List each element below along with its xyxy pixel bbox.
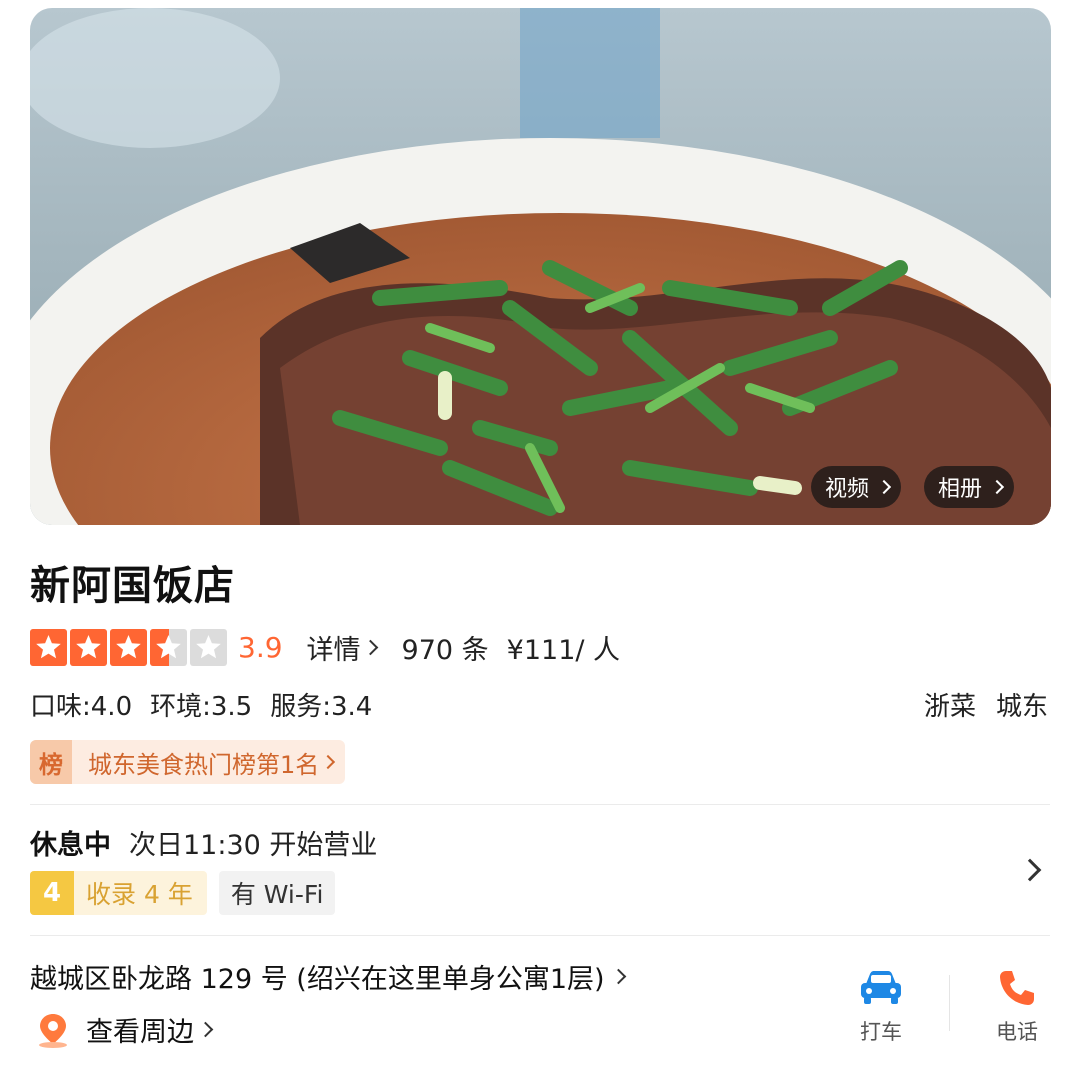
star-icon — [150, 628, 187, 666]
album-label: 相册 — [938, 477, 983, 502]
chevron-right-icon — [321, 754, 336, 770]
years-number: 4 — [30, 871, 74, 915]
rating-row: 3.9 详情 970 条 ¥111/ 人 — [30, 627, 620, 667]
dish-photo[interactable] — [30, 8, 1051, 525]
phone-icon — [1000, 971, 1034, 1005]
star-icon — [110, 628, 147, 666]
address-text: 越城区卧龙路 129 号 (绍兴在这里单身公寓1层) — [30, 964, 605, 995]
feature-badges: 4 收录 4 年 有 Wi-Fi — [30, 871, 336, 915]
divider — [30, 935, 1050, 936]
chevron-right-icon — [610, 968, 626, 985]
chevron-right-icon — [876, 479, 892, 495]
call-button[interactable]: 电话 — [977, 968, 1057, 1046]
album-button[interactable]: 相册 — [924, 466, 1015, 508]
avg-price: ¥111/ 人 — [506, 634, 621, 666]
star-rating — [30, 628, 227, 666]
category-tags: 浙菜 城东 — [924, 686, 1048, 723]
business-hours[interactable]: 休息中 次日11:30 开始营业 — [30, 823, 377, 862]
status-label: 休息中 — [30, 830, 111, 861]
star-icon — [30, 628, 67, 666]
sub-scores: 口味:4.0 环境:3.5 服务:3.4 — [30, 686, 372, 723]
video-button[interactable]: 视频 — [811, 466, 902, 508]
ranking-banner[interactable]: 榜 城东美食热门榜第1名 — [30, 740, 346, 784]
details-label: 详情 — [306, 634, 361, 666]
taste-score: 口味:4.0 — [30, 692, 133, 722]
nearby-link[interactable]: 查看周边 — [36, 1010, 214, 1049]
divider — [30, 804, 1050, 805]
hero-photo-container[interactable]: 视频 相册 — [30, 8, 1051, 525]
details-link[interactable]: 详情 — [306, 628, 378, 667]
chevron-right-icon — [197, 1021, 214, 1038]
wifi-badge: 有 Wi-Fi — [218, 871, 336, 915]
nearby-label: 查看周边 — [86, 1017, 194, 1048]
chevron-right-icon — [989, 479, 1005, 495]
rank-text: 城东美食热门榜第1名 — [88, 750, 320, 779]
service-score: 服务:3.4 — [270, 692, 373, 722]
environment-score: 环境:3.5 — [150, 692, 253, 722]
chevron-right-icon — [362, 639, 378, 655]
years-badge: 4 收录 4 年 — [30, 871, 207, 915]
car-icon — [861, 971, 901, 1004]
star-icon — [70, 628, 107, 666]
next-open-time: 次日11:30 开始营业 — [129, 830, 378, 861]
action-separator — [949, 975, 950, 1031]
star-icon — [190, 628, 227, 666]
taxi-label: 打车 — [860, 1020, 902, 1044]
taxi-button[interactable]: 打车 — [841, 968, 921, 1046]
years-text: 收录 4 年 — [86, 880, 193, 909]
shop-name: 新阿国饭店 — [30, 563, 235, 609]
location-pin-icon — [39, 1013, 67, 1048]
cuisine-tag[interactable]: 浙菜 — [924, 686, 976, 723]
call-label: 电话 — [996, 1020, 1038, 1044]
address-link[interactable]: 越城区卧龙路 129 号 (绍兴在这里单身公寓1层) — [30, 957, 626, 996]
review-count[interactable]: 970 条 — [402, 628, 489, 667]
rating-score: 3.9 — [238, 630, 283, 664]
chevron-right-icon[interactable] — [1018, 858, 1042, 882]
video-label: 视频 — [825, 477, 870, 502]
area-tag[interactable]: 城东 — [996, 686, 1048, 723]
rank-badge: 榜 — [30, 740, 72, 784]
